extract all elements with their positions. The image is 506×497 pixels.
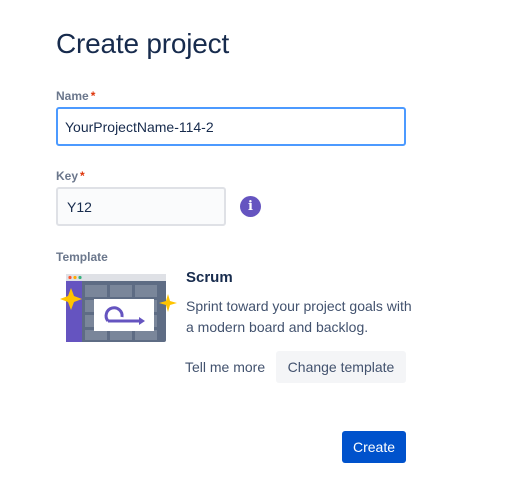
name-label-text: Name (56, 89, 89, 103)
key-label-text: Key (56, 169, 79, 183)
change-template-button[interactable]: Change template (276, 351, 406, 383)
scrum-template-illustration (60, 274, 177, 342)
window-dot-red (68, 275, 72, 280)
name-required-mark: * (90, 89, 96, 103)
create-project-page: Create project Name* Key* i Template (0, 0, 506, 497)
window-dot-yellow (73, 275, 77, 280)
template-description: Sprint toward your project goals with a … (186, 298, 412, 335)
name-input[interactable] (56, 107, 406, 146)
template-name: Scrum (186, 269, 233, 286)
key-input[interactable] (56, 187, 226, 226)
template-label: Template (56, 250, 108, 264)
info-icon[interactable]: i (240, 196, 261, 217)
board-sidebar (66, 281, 82, 342)
scrum-card (94, 299, 154, 331)
page-title: Create project (56, 28, 230, 59)
key-label: Key * (56, 169, 85, 183)
create-button[interactable]: Create (342, 431, 406, 463)
window-dot-green (78, 275, 82, 280)
key-required-mark: * (80, 169, 85, 183)
tell-me-more-link[interactable]: Tell me more (185, 359, 265, 375)
name-label: Name * (56, 89, 95, 103)
